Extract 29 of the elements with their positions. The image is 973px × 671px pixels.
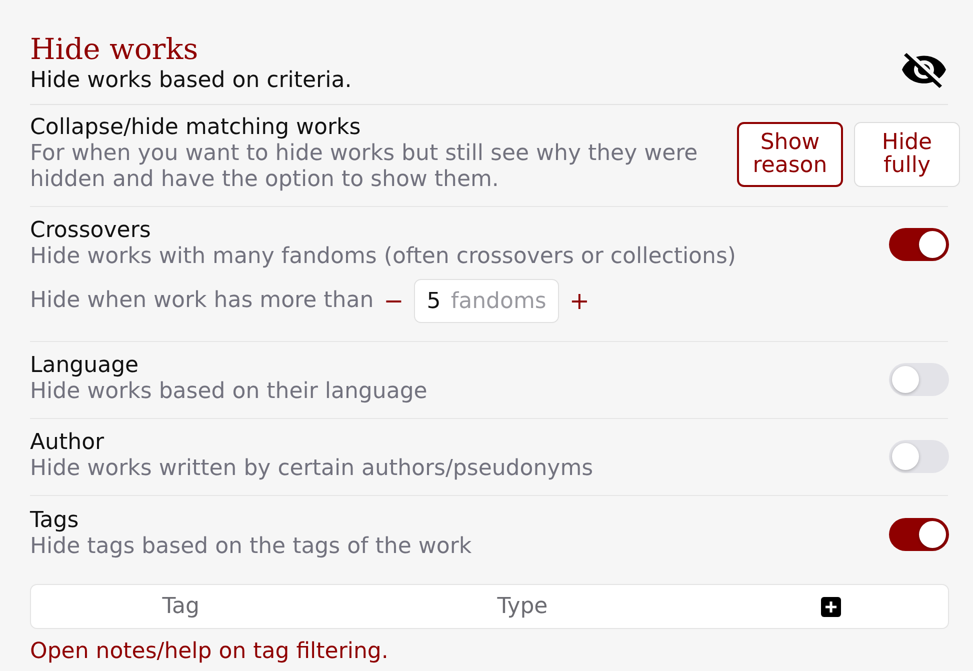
eye-slash-icon: [902, 53, 946, 88]
increment-button[interactable]: +: [567, 288, 592, 314]
decrement-button[interactable]: −: [382, 288, 406, 314]
setting-description: For when you want to hide works but still see why they were hidden and have the option to show them.: [30, 141, 699, 193]
column-header: Tag: [162, 594, 200, 619]
toggle-switch[interactable]: [889, 518, 949, 550]
setting-description: Hide works written by certain authors/pseudonyms: [30, 456, 594, 482]
setting-label: Collapse/hide matching works: [30, 115, 362, 141]
option-button[interactable]: Hide fully: [854, 122, 960, 186]
setting-label: Author: [30, 430, 106, 456]
add-icon[interactable]: [821, 596, 842, 616]
setting-label: Language: [30, 353, 140, 379]
setting-description: Hide works based on their language: [30, 379, 428, 405]
unit-label: fandoms: [450, 288, 546, 314]
option-button[interactable]: Show reason: [737, 122, 843, 186]
toggle-switch[interactable]: [889, 228, 949, 260]
toggle-switch[interactable]: [889, 362, 949, 396]
section-subtitle: Hide works based on criteria.: [30, 68, 352, 94]
column-header: Type: [497, 594, 548, 619]
toggle-switch[interactable]: [889, 440, 949, 472]
help-link[interactable]: Open notes/help on tag filtering.: [30, 639, 388, 665]
number-field[interactable]: 5 fandoms: [414, 279, 560, 323]
setting-label: Tags: [30, 508, 80, 534]
setting-description: Hide works with many fandoms (often crossovers or collections): [30, 244, 738, 270]
number-input[interactable]: 5: [426, 288, 441, 314]
threshold-label: Hide when work has more than: [30, 288, 374, 314]
section-title: Hide works: [30, 31, 200, 68]
setting-description: Hide tags based on the tags of the work: [30, 534, 473, 560]
setting-label: Crossovers: [30, 218, 152, 244]
